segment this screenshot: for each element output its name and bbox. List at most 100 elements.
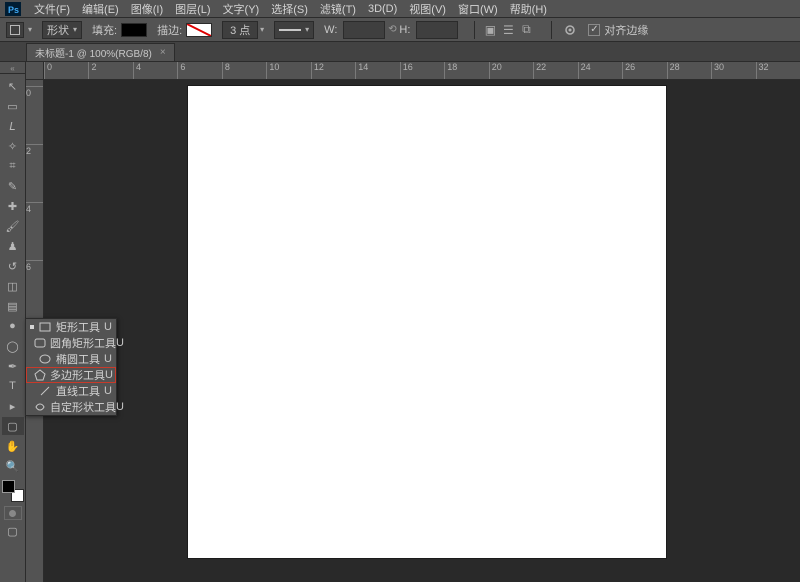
dodge-tool[interactable]: ◯ xyxy=(2,337,24,355)
link-wh-icon[interactable]: ⟲ xyxy=(385,21,399,39)
line-icon xyxy=(38,384,52,398)
flyout-item-roundrect[interactable]: 圆角矩形工具U xyxy=(26,335,116,351)
horizontal-ruler-tick: 10 xyxy=(266,62,279,79)
options-bar: ▾ 形状 ▾ 填充: 描边: 3 点 ▾ ▾ W: ⟲ xyxy=(0,18,800,42)
align-edges-label: 对齐边缘 xyxy=(604,22,648,38)
canvas-area: 0246810121416182022242628303234 02468 xyxy=(26,62,800,582)
stroke-type-dropdown[interactable]: ▾ xyxy=(274,21,314,39)
color-swatches[interactable] xyxy=(2,480,24,502)
flyout-item-label: 多边形工具 xyxy=(50,367,105,383)
crop-tool[interactable]: ⌗ xyxy=(2,157,24,175)
menu-item-4[interactable]: 文字(Y) xyxy=(217,0,266,19)
menu-item-9[interactable]: 窗口(W) xyxy=(452,0,504,19)
vertical-ruler-tick: 4 xyxy=(26,202,43,214)
flyout-item-custom[interactable]: 自定形状工具U xyxy=(26,399,116,415)
flyout-item-shortcut: U xyxy=(102,385,112,397)
menu-item-0[interactable]: 文件(F) xyxy=(28,0,76,19)
eyedropper-tool[interactable]: ✎ xyxy=(2,177,24,195)
flyout-item-ellipse[interactable]: 椭圆工具U xyxy=(26,351,116,367)
document-tab-bar: 未标题-1 @ 100%(RGB/8) × xyxy=(0,42,800,62)
document-tab-title: 未标题-1 @ 100%(RGB/8) xyxy=(35,45,152,60)
type-tool[interactable]: T xyxy=(2,377,24,395)
app-logo-icon: Ps xyxy=(4,2,22,16)
lasso-tool[interactable]: 𝘓 xyxy=(2,117,24,135)
document-canvas[interactable] xyxy=(188,86,666,558)
path-operations-icon[interactable]: ▣ xyxy=(482,22,498,38)
eraser-tool[interactable]: ◫ xyxy=(2,277,24,295)
history-brush-tool[interactable]: ↺ xyxy=(2,257,24,275)
blur-tool[interactable]: ● xyxy=(2,317,24,335)
fill-swatch[interactable] xyxy=(121,23,147,37)
zoom-tool[interactable]: 🔍 xyxy=(2,457,24,475)
menu-item-5[interactable]: 选择(S) xyxy=(265,0,314,19)
current-tool-icon[interactable] xyxy=(6,22,24,38)
tool-mode-label: 形状 xyxy=(47,22,69,38)
flyout-item-shortcut: U xyxy=(102,353,112,365)
clone-stamp-tool[interactable]: ♟ xyxy=(2,237,24,255)
horizontal-ruler-tick: 2 xyxy=(88,62,96,79)
custom-icon xyxy=(34,400,46,414)
toolbox-collapse-icon[interactable]: « xyxy=(0,64,25,74)
horizontal-ruler-tick: 28 xyxy=(667,62,680,79)
horizontal-ruler-tick: 18 xyxy=(444,62,457,79)
menu-item-3[interactable]: 图层(L) xyxy=(169,0,216,19)
pen-tool[interactable]: ✒ xyxy=(2,357,24,375)
flyout-item-shortcut: U xyxy=(105,369,113,381)
marquee-tool[interactable]: ▭ xyxy=(2,97,24,115)
horizontal-ruler[interactable]: 0246810121416182022242628303234 xyxy=(44,62,800,80)
brush-tool[interactable]: 🖌 xyxy=(2,217,24,235)
path-align-icon[interactable]: ☰ xyxy=(500,22,516,38)
menu-item-8[interactable]: 视图(V) xyxy=(403,0,452,19)
ruler-origin[interactable] xyxy=(26,62,44,80)
toolbox: « ↖ ▭ 𝘓 ✧ ⌗ ✎ ✚ 🖌 ♟ ↺ ◫ ▤ ● ◯ ✒ T ▸ ▢ ✋ 🔍 ▢ xyxy=(0,62,26,582)
flyout-item-label: 矩形工具 xyxy=(56,319,102,335)
healing-brush-tool[interactable]: ✚ xyxy=(2,197,24,215)
stroke-swatch[interactable] xyxy=(186,23,212,37)
height-input[interactable] xyxy=(416,21,458,39)
horizontal-ruler-tick: 32 xyxy=(756,62,769,79)
stroke-width-input[interactable]: 3 点 xyxy=(222,21,258,39)
vertical-ruler-tick: 6 xyxy=(26,260,43,272)
menu-item-1[interactable]: 编辑(E) xyxy=(76,0,125,19)
shape-tool[interactable]: ▢ xyxy=(2,417,24,435)
flyout-item-label: 直线工具 xyxy=(56,383,102,399)
horizontal-ruler-tick: 4 xyxy=(133,62,141,79)
quick-mask-icon[interactable] xyxy=(4,506,22,520)
path-arrange-icon[interactable]: ⧉ xyxy=(518,22,534,38)
magic-wand-tool[interactable]: ✧ xyxy=(2,137,24,155)
vertical-ruler-tick: 2 xyxy=(26,144,43,156)
screen-mode-icon[interactable]: ▢ xyxy=(4,524,22,538)
path-select-tool[interactable]: ▸ xyxy=(2,397,24,415)
horizontal-ruler-tick: 16 xyxy=(400,62,413,79)
align-edges-checkbox[interactable]: ✓ xyxy=(588,24,600,36)
move-tool[interactable]: ↖ xyxy=(2,77,24,95)
flyout-item-label: 自定形状工具 xyxy=(50,399,116,415)
horizontal-ruler-tick: 22 xyxy=(533,62,546,79)
flyout-item-shortcut: U xyxy=(102,321,112,333)
menu-bar: Ps 文件(F)编辑(E)图像(I)图层(L)文字(Y)选择(S)滤镜(T)3D… xyxy=(0,0,800,18)
menu-item-10[interactable]: 帮助(H) xyxy=(504,0,553,19)
flyout-item-rect[interactable]: 矩形工具U xyxy=(26,319,116,335)
flyout-item-line[interactable]: 直线工具U xyxy=(26,383,116,399)
polygon-icon xyxy=(34,368,46,382)
horizontal-ruler-tick: 14 xyxy=(355,62,368,79)
app-root: Ps 文件(F)编辑(E)图像(I)图层(L)文字(Y)选择(S)滤镜(T)3D… xyxy=(0,0,800,582)
document-tab[interactable]: 未标题-1 @ 100%(RGB/8) × xyxy=(26,43,175,61)
flyout-item-shortcut: U xyxy=(116,401,124,413)
svg-text:Ps: Ps xyxy=(8,5,19,15)
stroke-label: 描边: xyxy=(157,22,182,38)
menu-item-7[interactable]: 3D(D) xyxy=(362,1,403,17)
foreground-color-swatch[interactable] xyxy=(2,480,15,493)
horizontal-ruler-tick: 0 xyxy=(44,62,52,79)
menu-item-2[interactable]: 图像(I) xyxy=(125,0,169,19)
flyout-item-polygon[interactable]: 多边形工具U xyxy=(26,367,116,383)
menu-item-6[interactable]: 滤镜(T) xyxy=(314,0,362,19)
close-tab-icon[interactable]: × xyxy=(160,47,166,58)
hand-tool[interactable]: ✋ xyxy=(2,437,24,455)
horizontal-ruler-tick: 24 xyxy=(578,62,591,79)
width-input[interactable] xyxy=(343,21,385,39)
width-label: W: xyxy=(324,24,337,36)
gradient-tool[interactable]: ▤ xyxy=(2,297,24,315)
geometry-options-icon[interactable] xyxy=(562,22,578,38)
tool-mode-dropdown[interactable]: 形状 ▾ xyxy=(42,21,82,39)
